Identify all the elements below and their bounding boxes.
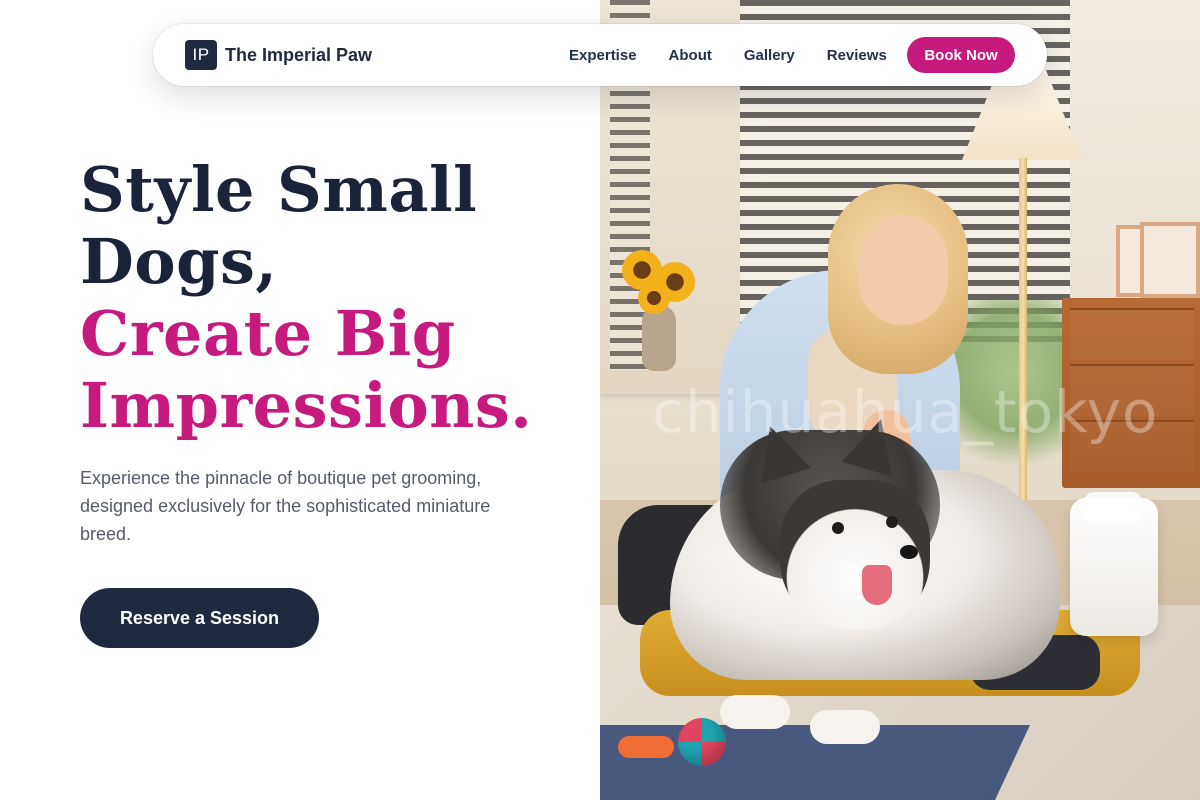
photo-picture-frame: [1140, 222, 1200, 298]
photo-shelf: [600, 372, 725, 394]
photo-air-purifier-top: [1084, 492, 1142, 522]
photo-drawer: [1070, 308, 1194, 360]
photo-lamp-pole: [1019, 158, 1027, 508]
photo-person-face: [858, 215, 948, 325]
hero-headline-line: Style Small: [80, 153, 478, 226]
photo-dog-eye: [832, 522, 844, 534]
nav-link-gallery[interactable]: Gallery: [744, 47, 795, 64]
hero-headline-accent-line: Create Big: [80, 297, 456, 370]
reserve-session-button[interactable]: Reserve a Session: [80, 588, 319, 648]
photo-dog-nose: [900, 545, 918, 559]
nav-links: Expertise About Gallery Reviews: [569, 24, 919, 86]
photo-dog-paw: [810, 710, 880, 744]
top-navbar: IP The Imperial Paw Expertise About Gall…: [153, 24, 1047, 86]
photo-dresser: [1062, 298, 1200, 488]
hero-photo: chihuahua_tokyo: [600, 0, 1200, 800]
photo-dog-eye: [886, 516, 898, 528]
hero-headline-accent-line: Impressions.: [80, 369, 533, 442]
photo-dog-paw: [720, 695, 790, 729]
photo-drawer: [1070, 364, 1194, 416]
photo-ball: [678, 718, 726, 766]
photo-dog-tongue: [862, 565, 892, 605]
hero-section: Style Small Dogs, Create Big Impressions…: [80, 154, 580, 548]
photo-vase: [642, 305, 676, 371]
brand-logo-icon: IP: [185, 40, 217, 70]
page-root: chihuahua_tokyo IP The Imperial Paw Expe…: [0, 0, 1200, 800]
nav-link-about[interactable]: About: [669, 47, 712, 64]
nav-link-reviews[interactable]: Reviews: [827, 47, 887, 64]
hero-headline: Style Small Dogs, Create Big Impressions…: [80, 154, 580, 442]
nav-link-expertise[interactable]: Expertise: [569, 47, 637, 64]
brand-name: The Imperial Paw: [225, 44, 373, 65]
photo-toy: [618, 736, 674, 758]
photo-drawer: [1070, 420, 1194, 472]
hero-description: Experience the pinnacle of boutique pet …: [80, 468, 491, 544]
brand[interactable]: IP The Imperial Paw: [185, 40, 372, 70]
book-now-button[interactable]: Book Now: [907, 37, 1015, 73]
hero-headline-line: Dogs,: [80, 225, 278, 298]
photo-sunflower: [638, 282, 670, 314]
